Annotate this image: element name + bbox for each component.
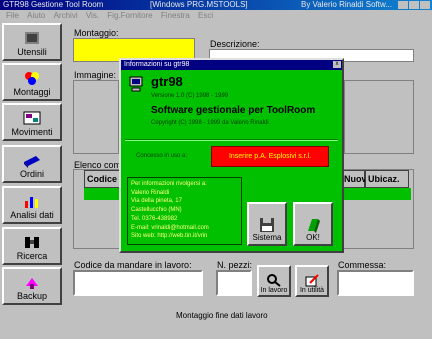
movements-icon [23, 111, 41, 125]
contact-line: E-mail: vrinaldi@hotmail.com [131, 224, 209, 231]
computer-icon [129, 76, 143, 92]
sidebar-label: Ordini [19, 169, 44, 179]
montaggio-label: Montaggio: [74, 28, 119, 38]
sidebar-item-utensili[interactable]: Utensili [2, 23, 62, 61]
ok-button[interactable]: OK! [293, 202, 333, 246]
status-text: Montaggio fine dati lavoro [176, 311, 268, 320]
dialog-app-name: gtr98 [151, 74, 183, 89]
image-panel [73, 80, 119, 154]
window-title-mid: [Windows PRG.MSTOOLS] [150, 0, 248, 9]
menu-bar: File Aiuto Archivi Vis. Fig.Fornitore Fi… [0, 10, 432, 22]
close-icon[interactable] [420, 1, 430, 9]
menu-item-vis[interactable]: Vis. [86, 11, 99, 20]
dialog-version: Versione 1.0 (C) 1998 - 1999 [151, 93, 229, 99]
codice-input[interactable] [73, 270, 203, 296]
menu-item-aiuto[interactable]: Aiuto [27, 11, 45, 20]
npezzi-label: N. pezzi: [217, 260, 253, 270]
sidebar-item-movimenti[interactable]: Movimenti [2, 103, 62, 141]
ok-label: OK! [306, 233, 320, 242]
codice-label: Codice da mandare in lavoro: [74, 260, 192, 270]
window-title-right: By Valerio Rinaldi Softw... [300, 0, 392, 9]
menu-item-finestra[interactable]: Finestra [161, 11, 190, 20]
descrizione-label: Descrizione: [210, 39, 260, 49]
sidebar-label: Backup [16, 291, 48, 301]
dialog-copyright: Copyright (C) 1998 - 1999 da Valerio Rin… [151, 120, 269, 126]
orders-icon [24, 156, 40, 168]
sidebar-item-backup[interactable]: Backup [2, 267, 62, 305]
commessa-input[interactable] [337, 270, 414, 296]
sistema-button[interactable]: Sistema [247, 202, 287, 246]
floppy-icon [260, 218, 274, 232]
assembly-icon [25, 72, 39, 85]
table-row-selected-right[interactable] [341, 188, 411, 200]
dialog-contact-box: Per informazioni rivolgersi a: Valerio R… [127, 177, 242, 245]
status-bar: Montaggio fine dati lavoro [0, 307, 432, 339]
dialog-title: Informazioni su gtr98 [124, 61, 190, 68]
about-dialog: Informazioni su gtr98 x gtr98 Versione 1… [119, 58, 344, 253]
col-ubicaz[interactable]: Ubicaz. [365, 170, 409, 188]
tools-icon [25, 32, 39, 44]
sidebar-item-ordini[interactable]: Ordini [2, 145, 62, 183]
image-panel-right [344, 80, 414, 154]
menu-item-fornitore[interactable]: Fig.Fornitore [107, 11, 152, 20]
contact-line: Castellucchio (MN) [131, 207, 182, 214]
chart-icon [25, 197, 38, 208]
window-title: GTR98 Gestione Tool Room [3, 0, 104, 9]
sidebar-label: Analisi dati [10, 210, 54, 220]
in-utilita-label: In utilità [299, 287, 325, 294]
window-title-bar: GTR98 Gestione Tool Room [Windows PRG.MS… [0, 0, 432, 10]
contact-line: Tel. 0376-438982 [131, 215, 178, 222]
in-lavoro-button[interactable]: In lavoro [257, 265, 291, 297]
in-utilita-button[interactable]: In utilità [295, 265, 329, 297]
col-codice[interactable]: Codice c... [84, 170, 120, 200]
backup-icon [26, 278, 38, 289]
sidebar-label: Movimenti [11, 127, 53, 137]
sidebar-label: Utensili [17, 47, 47, 57]
window-controls [398, 1, 430, 9]
dialog-licensed-label: Concesso in uso a: [136, 153, 188, 159]
edit-icon [305, 274, 319, 287]
dialog-licensed-to: Inserire p.A. Esplosivi s.r.l. [211, 146, 329, 167]
menu-item-esci[interactable]: Esci [198, 11, 213, 20]
sistema-label: Sistema [252, 233, 282, 242]
maximize-icon[interactable] [409, 1, 419, 9]
menu-item-file[interactable]: File [6, 11, 19, 20]
magnifier-icon [267, 274, 281, 287]
sidebar-label: Montaggi [13, 87, 51, 97]
npezzi-input[interactable] [216, 270, 252, 296]
col-nuovi[interactable]: Nuovi [341, 170, 369, 188]
contact-line: Valerio Rinaldi [131, 189, 170, 196]
sidebar-label: Ricerca [16, 251, 48, 261]
dialog-divider [125, 139, 338, 141]
dialog-close-icon[interactable]: x [333, 61, 341, 68]
binoculars-icon [25, 237, 39, 248]
dialog-title-bar: Informazioni su gtr98 x [121, 60, 342, 70]
table-row-selected[interactable] [84, 188, 120, 200]
contact-line: Per informazioni rivolgersi a: [131, 181, 207, 187]
contact-line: Via della pineta, 17 [131, 198, 182, 205]
dialog-product: Software gestionale per ToolRoom [151, 105, 316, 116]
contact-line: Sito web: http://web.tin.it/vrin [131, 233, 208, 240]
commessa-label: Commessa: [338, 260, 387, 270]
sidebar-item-analisi[interactable]: Analisi dati [2, 186, 62, 224]
immagine-label: Immagine: [74, 70, 117, 80]
minimize-icon[interactable] [398, 1, 408, 9]
ok-icon [308, 219, 320, 233]
sidebar-item-ricerca[interactable]: Ricerca [2, 227, 62, 265]
in-lavoro-label: In lavoro [260, 287, 288, 294]
menu-item-archivi[interactable]: Archivi [54, 11, 78, 20]
sidebar-item-montaggi[interactable]: Montaggi [2, 63, 62, 101]
